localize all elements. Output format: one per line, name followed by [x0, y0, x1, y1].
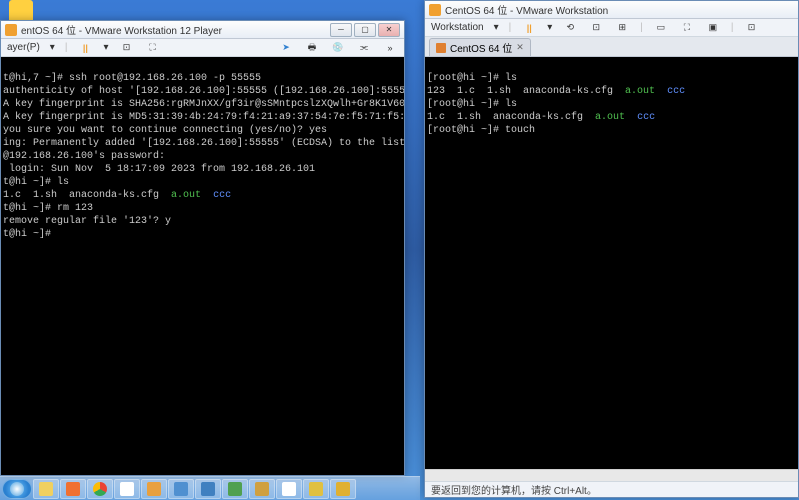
app-button[interactable] [330, 479, 356, 499]
window-title: CentOS 64 位 - VMware Workstation [445, 2, 794, 17]
tool-button[interactable]: ▭ [653, 20, 669, 36]
horizontal-scrollbar[interactable] [425, 469, 798, 481]
app-button[interactable] [276, 479, 302, 499]
menubar-right: Workstation ▾ | || ▾ ⟲ ⊡ ⊞ | ▭ ⛶ ▣ | ⊡ [425, 19, 798, 37]
close-button[interactable]: ✕ [378, 23, 400, 37]
centos-icon [436, 43, 446, 53]
chrome-button[interactable] [87, 479, 113, 499]
settings-button[interactable]: » [382, 40, 398, 56]
app-button[interactable] [141, 479, 167, 499]
disk-icon[interactable]: 💿 [330, 40, 346, 56]
tabbar: CentOS 64 位 ✕ [425, 37, 798, 57]
app-icon [282, 482, 296, 496]
network-icon[interactable]: ⫘ [356, 40, 372, 56]
centos-icon [5, 24, 17, 36]
fullscreen-button[interactable]: ⛶ [679, 20, 695, 36]
app-button[interactable] [114, 479, 140, 499]
vmware-workstation-window: CentOS 64 位 - VMware Workstation Worksta… [424, 0, 799, 498]
app-icon [174, 482, 188, 496]
dropdown-icon[interactable]: ▾ [494, 22, 499, 33]
tab-close-button[interactable]: ✕ [516, 42, 524, 53]
tool-button[interactable]: ▣ [705, 20, 721, 36]
printer-icon[interactable]: 🖶 [304, 40, 320, 56]
app-button[interactable] [303, 479, 329, 499]
app-icon [147, 482, 161, 496]
statusbar: 要返回到您的计算机，请按 Ctrl+Alt。 [425, 481, 798, 497]
tool-button[interactable]: ⊞ [614, 20, 630, 36]
fullscreen-button[interactable]: ⛶ [144, 40, 160, 56]
app-icon [336, 482, 350, 496]
folder-icon [39, 482, 53, 496]
snapshot-button[interactable]: ⊡ [118, 40, 134, 56]
app-icon [309, 482, 323, 496]
tool-button[interactable]: ⟲ [562, 20, 578, 36]
menubar-left: ayer(P) ▾ | || ▾ ⊡ ⛶ ➤ 🖶 💿 ⫘ » [1, 39, 404, 57]
centos-icon [429, 4, 441, 16]
dropdown-icon[interactable]: ▾ [547, 22, 552, 33]
media-button[interactable] [60, 479, 86, 499]
pause-button[interactable]: || [77, 40, 93, 56]
app-button[interactable] [249, 479, 275, 499]
chrome-icon [93, 482, 107, 496]
media-icon [66, 482, 80, 496]
minimize-button[interactable]: ─ [330, 23, 352, 37]
window-controls: ─ ▢ ✕ [330, 23, 400, 37]
app-button[interactable] [168, 479, 194, 499]
pause-button[interactable]: || [521, 20, 537, 36]
maximize-button[interactable]: ▢ [354, 23, 376, 37]
player-menu[interactable]: ayer(P) [7, 42, 40, 53]
terminal-right[interactable]: [root@hi ~]# ls 123 1.c 1.sh anaconda-ks… [425, 57, 798, 469]
terminal-left[interactable]: t@hi,7 ~]# ssh root@192.168.26.100 -p 55… [1, 57, 404, 475]
explorer-button[interactable] [33, 479, 59, 499]
app-icon [228, 482, 242, 496]
app-button[interactable] [222, 479, 248, 499]
windows-taskbar [0, 476, 420, 500]
menu-dropdown-icon[interactable]: ▾ [50, 42, 55, 53]
status-text: 要返回到您的计算机，请按 Ctrl+Alt。 [431, 482, 597, 497]
vmware-icon [201, 482, 215, 496]
titlebar-left[interactable]: entOS 64 位 - VMware Workstation 12 Playe… [1, 21, 404, 39]
tab-label: CentOS 64 位 [450, 40, 512, 55]
window-title: entOS 64 位 - VMware Workstation 12 Playe… [21, 22, 330, 37]
vmware-player-window: entOS 64 位 - VMware Workstation 12 Playe… [0, 20, 405, 476]
vmware-button[interactable] [195, 479, 221, 499]
app-icon [120, 482, 134, 496]
app-icon [255, 482, 269, 496]
titlebar-right[interactable]: CentOS 64 位 - VMware Workstation [425, 1, 798, 19]
start-button[interactable] [2, 479, 32, 499]
send-button[interactable]: ➤ [278, 40, 294, 56]
tool-button[interactable]: ⊡ [744, 20, 760, 36]
workstation-menu[interactable]: Workstation [431, 22, 484, 33]
dropdown-icon[interactable]: ▾ [103, 42, 108, 53]
tool-button[interactable]: ⊡ [588, 20, 604, 36]
tab-centos[interactable]: CentOS 64 位 ✕ [429, 38, 531, 56]
